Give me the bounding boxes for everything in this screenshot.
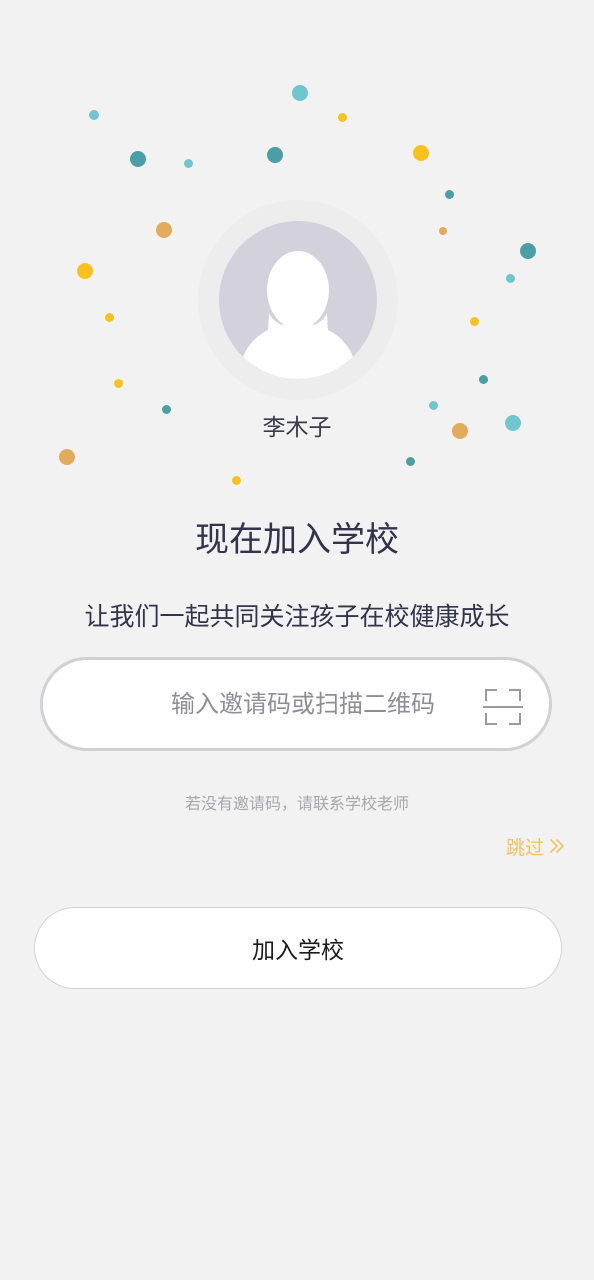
decoration-dot	[105, 313, 114, 322]
skip-link[interactable]: 跳过	[506, 832, 566, 860]
decoration-dot	[232, 476, 241, 485]
decoration-dot	[520, 243, 536, 259]
decoration-dot	[114, 379, 123, 388]
decoration-dot	[445, 190, 454, 199]
decoration-dot	[439, 227, 447, 235]
page-subtitle: 让我们一起共同关注孩子在校健康成长	[84, 602, 510, 631]
decoration-dot	[292, 85, 308, 101]
user-silhouette-icon	[239, 251, 357, 379]
double-chevron-right-icon	[550, 839, 564, 853]
decoration-dot	[59, 449, 75, 465]
invite-hint: 若没有邀请码，请联系学校老师	[184, 794, 409, 813]
qr-scan-icon[interactable]	[483, 687, 523, 727]
decoration-dot	[470, 317, 479, 326]
decoration-dot	[184, 159, 193, 168]
decoration-dot	[413, 145, 429, 161]
skip-label: 跳过	[506, 836, 545, 859]
user-name: 李木子	[262, 415, 332, 441]
decoration-dot	[338, 113, 347, 122]
avatar[interactable]	[219, 221, 377, 379]
decoration-dot	[479, 375, 488, 384]
decoration-dot	[77, 263, 93, 279]
decoration-dot	[89, 110, 99, 120]
decoration-dot	[130, 151, 146, 167]
invite-code-input[interactable]	[113, 660, 493, 748]
decoration-dot	[267, 147, 283, 163]
decoration-dot	[406, 457, 415, 466]
decoration-dot	[506, 274, 515, 283]
join-school-button[interactable]: 加入学校	[34, 907, 562, 989]
decoration-dot	[156, 222, 172, 238]
invite-code-field[interactable]	[40, 657, 552, 751]
page-title: 现在加入学校	[195, 520, 399, 560]
